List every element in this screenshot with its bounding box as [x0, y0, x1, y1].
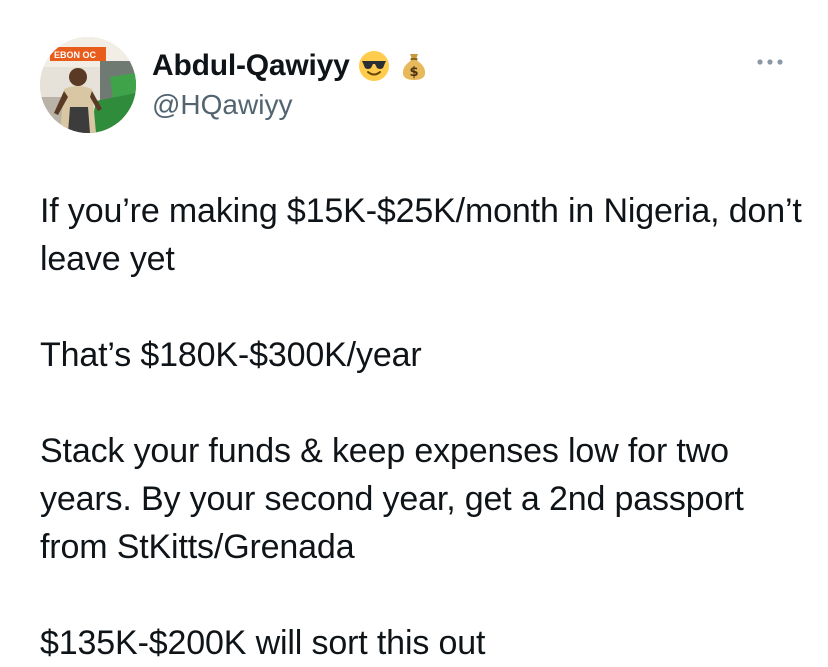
avatar-photo: EBON OC — [40, 37, 136, 133]
tweet-text: If you’re making $15K-$25K/month in Nige… — [40, 187, 810, 667]
author-handle[interactable]: @HQawiyy — [152, 89, 430, 121]
more-horizontal-icon — [754, 57, 786, 67]
author-info: Abdul-Qawiyy $ @HQawiyy — [152, 45, 430, 125]
avatar[interactable]: EBON OC — [40, 37, 136, 133]
money-bag-icon: $ — [398, 50, 430, 82]
tweet-card: EBON OC Abdul-Qawiyy $ @HQawiyy If you’r… — [0, 0, 828, 667]
author-display-name[interactable]: Abdul-Qawiyy — [152, 49, 350, 83]
svg-text:$: $ — [409, 65, 418, 80]
tweet-paragraph: That’s $180K-$300K/year — [40, 336, 422, 374]
more-options-button[interactable] — [750, 50, 790, 74]
tweet-paragraph: $135K-$200K will sort this out — [40, 624, 486, 662]
author-name-row: Abdul-Qawiyy $ — [152, 45, 430, 87]
smiling-face-with-sunglasses-icon — [358, 50, 390, 82]
tweet-paragraph: If you’re making $15K-$25K/month in Nige… — [40, 192, 811, 278]
tweet-paragraph: Stack your funds & keep expenses low for… — [40, 432, 754, 566]
avatar-sign-text: EBON OC — [54, 50, 97, 60]
